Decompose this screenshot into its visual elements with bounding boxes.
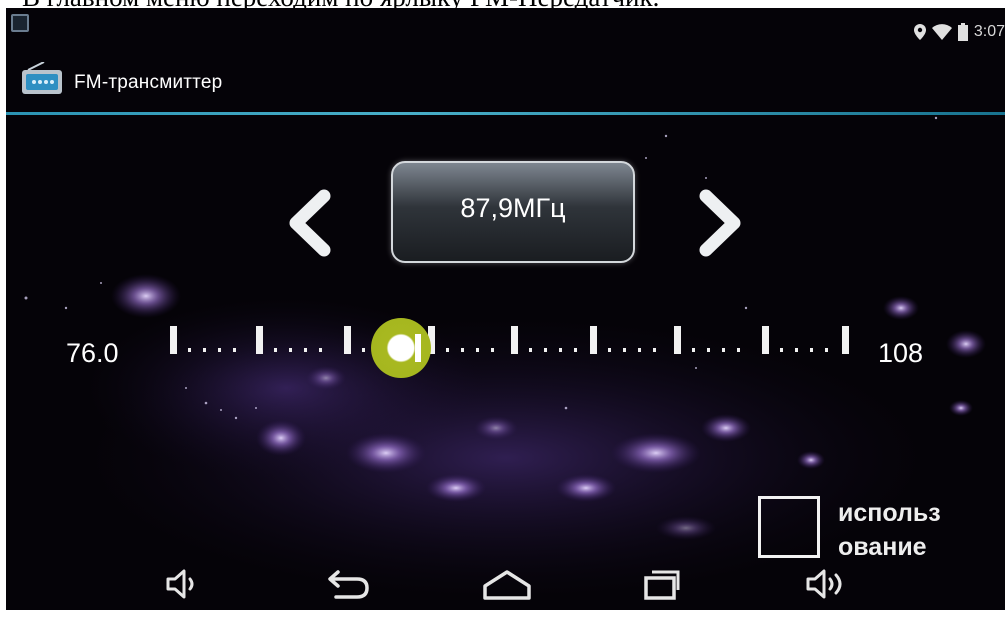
radio-icon[interactable] (20, 62, 64, 96)
slider-knob-indicator (415, 334, 421, 362)
use-checkbox-label-line1: использ (838, 499, 941, 527)
recent-apps-icon[interactable] (642, 568, 682, 600)
frequency-scale[interactable] (166, 324, 856, 364)
scale-max-label: 108 (878, 338, 924, 368)
app-title: FM-трансмиттер (74, 72, 223, 93)
navigation-bar (6, 556, 1005, 610)
use-checkbox[interactable] (758, 496, 820, 558)
status-clock: 3:07 (973, 23, 1005, 40)
back-icon[interactable] (326, 568, 372, 600)
action-bar-divider (6, 112, 1005, 115)
action-bar: FM-трансмиттер (6, 52, 1005, 114)
frequency-value: 87,9МГц (460, 193, 566, 223)
volume-down-icon[interactable] (166, 568, 200, 600)
location-icon (913, 24, 926, 40)
volume-up-icon[interactable] (806, 568, 846, 600)
chevron-left-icon[interactable] (282, 188, 342, 258)
home-icon[interactable] (481, 568, 533, 600)
use-checkbox-label: использ ование (838, 496, 988, 564)
frequency-display[interactable]: 87,9МГц (391, 161, 635, 263)
wifi-icon (931, 24, 952, 40)
notification-icon[interactable] (11, 14, 29, 32)
status-bar: 3:07 (6, 8, 1005, 44)
battery-icon (957, 23, 968, 41)
chevron-right-icon[interactable] (688, 188, 748, 258)
scale-min-label: 76.0 (66, 338, 119, 368)
frequency-slider-knob[interactable] (371, 318, 431, 378)
device-screen: 3:07 FM-трансмиттер 87,9МГц 76.0 108 исп… (6, 8, 1005, 610)
